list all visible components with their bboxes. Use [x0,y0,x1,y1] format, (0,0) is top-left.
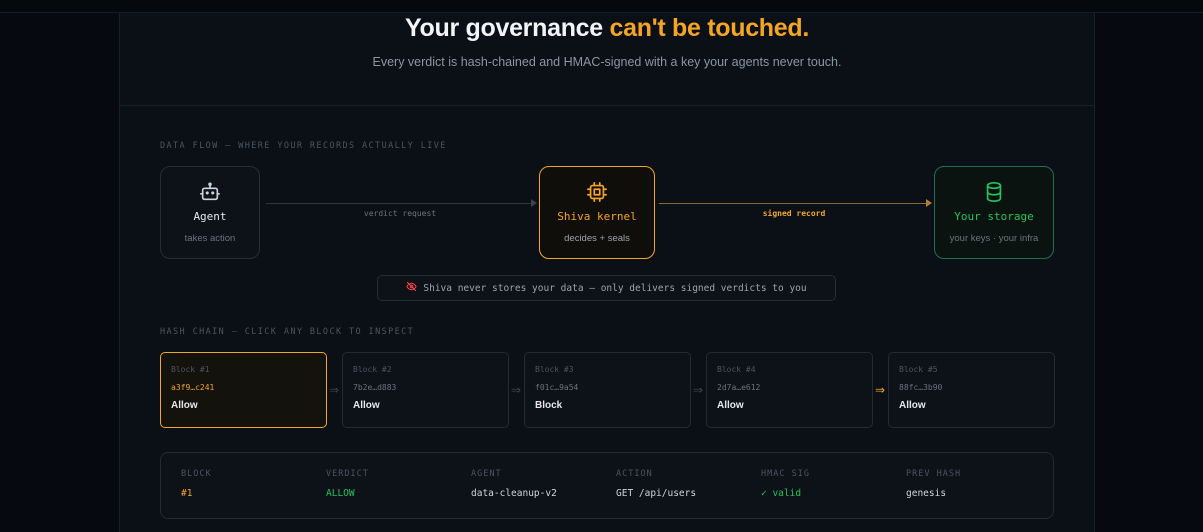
kernel-subtitle: decides + seals [564,233,630,244]
block-verdict: Allow [899,400,926,411]
chain-arrow-icon: ⇒ [874,383,886,397]
detail-value: ✓ valid [761,488,802,499]
kernel-title: Shiva kernel [557,210,637,223]
privacy-notice-text: Shiva never stores your data — only deli… [423,282,807,294]
page-subtitle: Every verdict is hash-chained and HMAC-s… [372,55,842,69]
flow-edge-request-label: verdict request [363,209,437,218]
hash-block-4[interactable]: Block #4 2d7a…e612 Allow [706,352,873,428]
block-hash: 88fc…3b90 [899,383,943,392]
page-title: Your governance can't be touched. [120,13,1094,43]
top-bar [0,0,1203,13]
detail-value: GET /api/users [616,488,697,499]
block-label: Block #1 [171,365,210,374]
chain-arrow-icon: ⇒ [328,383,340,397]
flow-node-storage: Your storage your keys · your infra [934,166,1054,259]
block-hash: 7b2e…d883 [353,383,397,392]
block-hash: f01c…9a54 [535,383,579,392]
block-label: Block #2 [353,365,392,374]
block-label: Block #3 [535,365,574,374]
hash-block-2[interactable]: Block #2 7b2e…d883 Allow [342,352,509,428]
agent-title: Agent [193,210,227,223]
title-accent: can't be touched. [609,14,810,42]
robot-icon [161,181,259,203]
block-label: Block #5 [899,365,938,374]
flow-node-kernel: Shiva kernel decides + seals [539,166,655,259]
detail-action: ACTION GET /api/users [616,469,696,499]
arrow-right-icon [926,199,932,207]
detail-value: ALLOW [326,488,355,499]
cpu-chip-icon [540,181,654,203]
detail-agent: AGENT data-cleanup-v2 [471,469,557,499]
hash-block-3[interactable]: Block #3 f01c…9a54 Block [524,352,691,428]
hash-chain-label: HASH CHAIN — CLICK ANY BLOCK TO INSPECT [160,327,415,337]
detail-value: data-cleanup-v2 [471,488,557,499]
detail-header: AGENT [471,469,502,479]
detail-verdict: VERDICT ALLOW [326,469,369,499]
block-detail-panel: BLOCK #1 VERDICT ALLOW AGENT data-cleanu… [160,452,1054,519]
detail-block: BLOCK #1 [181,469,212,499]
privacy-notice: Shiva never stores your data — only deli… [377,275,836,301]
chain-arrow-icon: ⇒ [510,383,522,397]
block-hash: a3f9…c241 [171,383,215,392]
eye-off-icon [406,281,418,295]
data-flow-label: DATA FLOW — WHERE YOUR RECORDS ACTUALLY … [160,141,447,151]
storage-title: Your storage [954,210,1034,223]
block-verdict: Block [535,400,563,411]
hero-section: Your governance can't be touched. Every … [120,13,1094,106]
arrow-right-icon [531,199,537,207]
detail-value: genesis [906,488,947,499]
block-verdict: Allow [171,400,198,411]
hash-block-5[interactable]: Block #5 88fc…3b90 Allow [888,352,1055,428]
storage-subtitle: your keys · your infra [949,233,1039,244]
detail-prev-hash: PREV HASH genesis [906,469,961,499]
flow-edge-signed [659,203,929,204]
database-icon [935,181,1053,203]
block-label: Block #4 [717,365,756,374]
block-verdict: Allow [353,400,380,411]
flow-edge-request [266,203,534,204]
detail-header: PREV HASH [906,469,962,479]
flow-node-agent: Agent takes action [160,166,260,259]
block-verdict: Allow [717,400,744,411]
chain-arrow-icon: ⇒ [692,383,704,397]
detail-header: HMAC SIG [761,469,810,479]
detail-header: VERDICT [326,469,369,479]
detail-header: BLOCK [181,469,212,479]
flow-edge-signed-label: signed record [762,209,826,218]
block-hash: 2d7a…e612 [717,383,761,392]
detail-hmac: HMAC SIG ✓ valid [761,469,810,499]
title-main: Your governance [405,14,610,42]
governance-panel: Your governance can't be touched. Every … [119,13,1095,532]
agent-subtitle: takes action [184,233,236,244]
detail-value: #1 [181,488,193,499]
hash-block-1[interactable]: Block #1 a3f9…c241 Allow [160,352,327,428]
detail-header: ACTION [616,469,653,479]
